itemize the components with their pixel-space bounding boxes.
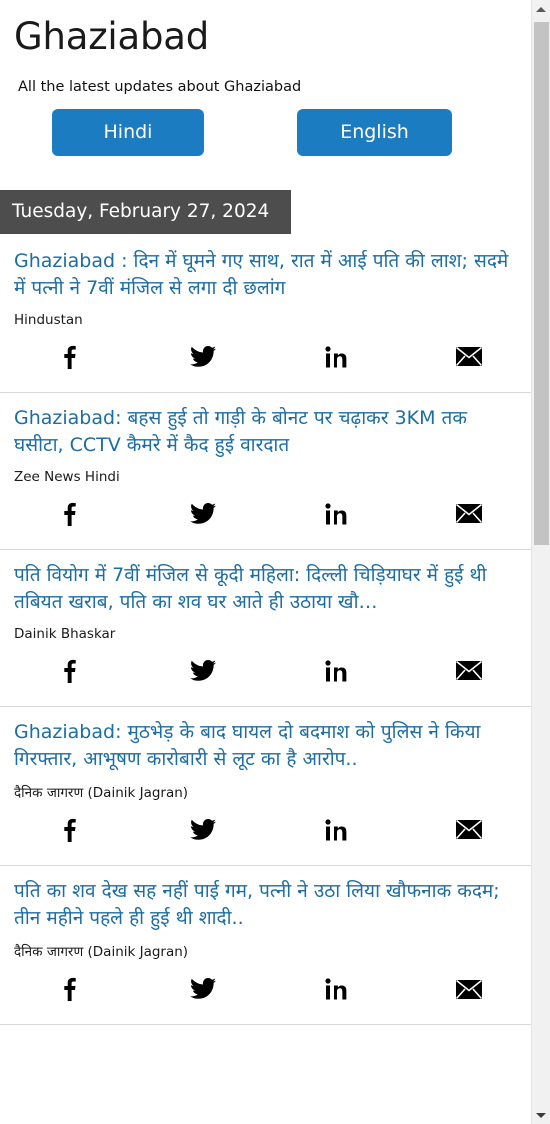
share-twitter-button[interactable]: [186, 497, 220, 531]
share-row: [14, 332, 517, 392]
twitter-icon: [190, 345, 216, 368]
news-headline-link[interactable]: Ghaziabad: मुठभेड़ के बाद घायल दो बदमाश …: [14, 719, 517, 774]
chevron-up-icon: [536, 6, 546, 12]
share-twitter-button[interactable]: [186, 654, 220, 688]
share-row: [14, 805, 517, 865]
page-title: Ghaziabad: [14, 15, 210, 58]
share-twitter-button[interactable]: [186, 340, 220, 374]
chevron-down-icon: [536, 1112, 546, 1118]
english-button[interactable]: English: [297, 108, 452, 156]
linkedin-icon: [325, 503, 347, 525]
share-row: [14, 489, 517, 549]
email-icon: [456, 347, 482, 367]
share-email-button[interactable]: [452, 654, 486, 688]
share-row: [14, 646, 517, 706]
news-item: पति वियोग में 7वीं मंजिल से कूदी महिला: …: [0, 550, 531, 707]
facebook-icon: [58, 659, 80, 683]
facebook-icon: [58, 502, 80, 526]
twitter-icon: [190, 502, 216, 525]
content-column: Ghaziabad All the latest updates about G…: [0, 0, 531, 1124]
news-source: Dainik Bhaskar: [14, 625, 116, 642]
email-icon: [456, 504, 482, 524]
page-subtitle: All the latest updates about Ghaziabad: [18, 78, 302, 95]
news-item: Ghaziabad: मुठभेड़ के बाद घायल दो बदमाश …: [0, 707, 531, 866]
email-icon: [456, 979, 482, 999]
share-facebook-button[interactable]: [52, 654, 86, 688]
news-headline-link[interactable]: Ghaziabad: बहस हुई तो गाड़ी के बोनट पर च…: [14, 405, 517, 460]
share-twitter-button[interactable]: [186, 813, 220, 847]
share-linkedin-button[interactable]: [319, 340, 353, 374]
news-item: Ghaziabad: बहस हुई तो गाड़ी के बोनट पर च…: [0, 393, 531, 550]
vertical-scrollbar[interactable]: [531, 0, 550, 1124]
news-source: Zee News Hindi: [14, 468, 120, 485]
share-row: [14, 964, 517, 1024]
twitter-icon: [190, 978, 216, 1000]
share-linkedin-button[interactable]: [319, 654, 353, 688]
news-headline-link[interactable]: पति का शव देख सह नहीं पाई गम, पत्नी ने उ…: [14, 878, 517, 933]
share-linkedin-button[interactable]: [319, 497, 353, 531]
scroll-down-button[interactable]: [532, 1106, 550, 1124]
facebook-icon: [58, 818, 80, 842]
linkedin-icon: [325, 978, 347, 1000]
share-linkedin-button[interactable]: [319, 972, 353, 1006]
share-email-button[interactable]: [452, 972, 486, 1006]
share-email-button[interactable]: [452, 497, 486, 531]
share-email-button[interactable]: [452, 813, 486, 847]
linkedin-icon: [325, 660, 347, 682]
scrollbar-thumb[interactable]: [534, 22, 549, 545]
news-source: Hindustan: [14, 311, 83, 328]
share-facebook-button[interactable]: [52, 340, 86, 374]
news-list: Ghaziabad : दिन में घूमने गए साथ, रात मे…: [0, 234, 531, 1026]
news-item: Ghaziabad : दिन में घूमने गए साथ, रात मे…: [0, 234, 531, 393]
news-headline-link[interactable]: Ghaziabad : दिन में घूमने गए साथ, रात मे…: [14, 248, 517, 303]
hindi-button[interactable]: Hindi: [52, 108, 204, 156]
share-email-button[interactable]: [452, 340, 486, 374]
share-linkedin-button[interactable]: [319, 813, 353, 847]
news-headline-link[interactable]: पति वियोग में 7वीं मंजिल से कूदी महिला: …: [14, 562, 517, 617]
linkedin-icon: [325, 819, 347, 841]
share-facebook-button[interactable]: [52, 813, 86, 847]
language-selector: Hindi English: [0, 108, 531, 167]
news-source: दैनिक जागरण (Dainik Jagran): [14, 784, 189, 801]
facebook-icon: [58, 977, 80, 1002]
email-icon: [456, 661, 482, 681]
twitter-icon: [190, 659, 216, 682]
linkedin-icon: [325, 346, 347, 368]
email-icon: [456, 820, 482, 840]
news-item: पति का शव देख सह नहीं पाई गम, पत्नी ने उ…: [0, 866, 531, 1026]
twitter-icon: [190, 818, 216, 841]
scroll-up-button[interactable]: [532, 0, 550, 18]
facebook-icon: [58, 345, 80, 369]
news-source: दैनिक जागरण (Dainik Jagran): [14, 944, 189, 961]
share-facebook-button[interactable]: [52, 972, 86, 1006]
date-banner: Tuesday, February 27, 2024: [0, 189, 291, 234]
share-facebook-button[interactable]: [52, 497, 86, 531]
share-twitter-button[interactable]: [186, 972, 220, 1006]
news-page: Ghaziabad All the latest updates about G…: [0, 0, 550, 1124]
